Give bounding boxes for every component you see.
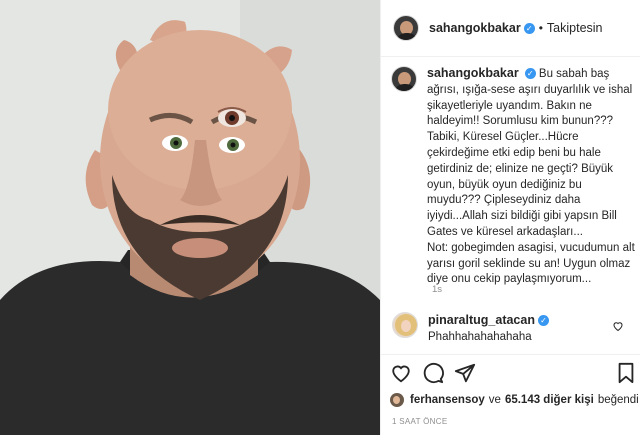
likes-joiner: ve <box>488 394 501 406</box>
caption-note: Not: gobegimden asagisi, vucudumun alt y… <box>427 241 635 286</box>
comment-icon[interactable] <box>422 362 444 384</box>
likes-count[interactable]: 65.143 diğer kişi <box>505 394 594 406</box>
caption-body: Bu sabah baş ağrısı, ışığa-sese aşırı du… <box>427 68 633 238</box>
comment-text-block: pinaraltug_atacan ✓ Phahhahahahahaha <box>428 312 549 345</box>
likes-summary: ferhansensoy ve 65.143 diğer kişi beğend… <box>390 393 639 407</box>
caption-username[interactable]: sahangokbakar <box>427 66 519 80</box>
bookmark-icon[interactable] <box>616 362 636 384</box>
paper-plane-icon[interactable] <box>454 362 476 384</box>
liker-username[interactable]: ferhansensoy <box>410 394 485 406</box>
liker-avatar[interactable] <box>390 393 404 407</box>
commenter-avatar[interactable] <box>392 312 418 338</box>
caption-text-block: sahangokbakar ✓ Bu sabah baş ağrısı, ışığ… <box>427 66 636 288</box>
post-header: sahangokbakar ✓ • Takiptesin <box>381 0 640 57</box>
author-avatar[interactable] <box>393 15 419 41</box>
caption-avatar[interactable] <box>391 66 417 92</box>
caption-time: 1s <box>432 284 443 295</box>
post-timestamp: 1 SAAT ÖNCE <box>392 417 448 426</box>
likes-suffix: beğendi <box>597 394 639 406</box>
actions-divider <box>380 354 640 355</box>
comment-row: pinaraltug_atacan ✓ Phahhahahahahaha <box>392 312 632 345</box>
commenter-username[interactable]: pinaraltug_atacan <box>428 313 535 327</box>
author-username[interactable]: sahangokbakar <box>429 21 521 35</box>
post-photo-illustration <box>0 0 380 435</box>
follow-status[interactable]: Takiptesin <box>547 21 603 35</box>
verified-badge-icon: ✓ <box>524 68 536 80</box>
comment-body: Phahhahahahahaha <box>428 331 532 343</box>
verified-badge-icon: ✓ <box>523 22 535 34</box>
post-caption: sahangokbakar ✓ Bu sabah baş ağrısı, ışığ… <box>391 66 636 288</box>
verified-badge-icon: ✓ <box>537 315 549 327</box>
action-bar <box>390 362 635 388</box>
heart-icon[interactable] <box>390 362 412 384</box>
separator-dot: • <box>538 21 543 35</box>
comment-like-heart-icon[interactable] <box>612 320 624 332</box>
post-photo[interactable] <box>0 0 380 435</box>
